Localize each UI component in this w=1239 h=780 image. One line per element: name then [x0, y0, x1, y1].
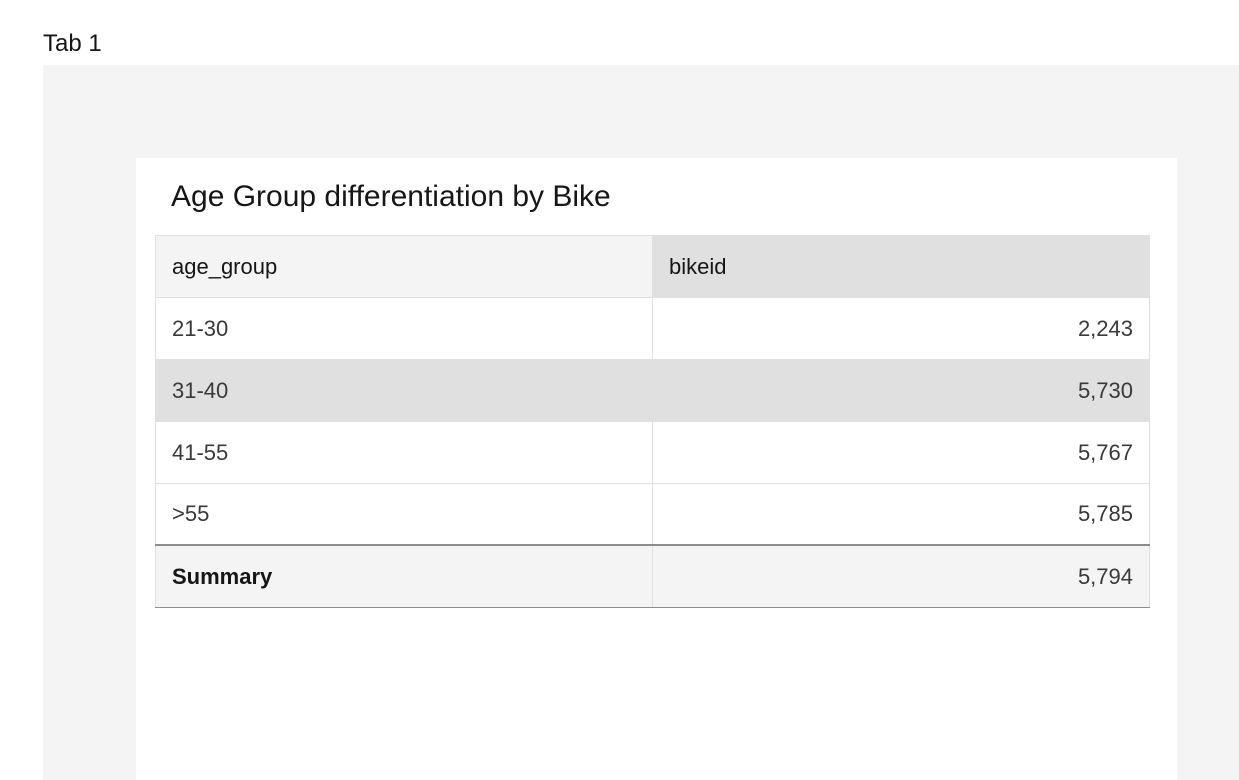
table-header-row: age_group bikeid	[155, 235, 1150, 298]
dashboard-canvas: Age Group differentiation by Bike age_gr…	[43, 65, 1239, 780]
bikeid-cell: 5,730	[653, 360, 1150, 421]
bikeid-cell: 5,767	[653, 422, 1150, 483]
table-row[interactable]: 21-30 2,243	[155, 298, 1150, 360]
bikeid-cell: 5,785	[653, 484, 1150, 544]
table-row[interactable]: 31-40 5,730	[155, 360, 1150, 422]
table-row[interactable]: 41-55 5,767	[155, 422, 1150, 484]
summary-row: Summary 5,794	[155, 546, 1150, 608]
bikeid-cell: 2,243	[653, 298, 1150, 359]
column-header-age-group[interactable]: age_group	[155, 236, 653, 297]
age-group-cell: 21-30	[155, 298, 653, 359]
column-header-bikeid[interactable]: bikeid	[653, 236, 1150, 297]
tab-label[interactable]: Tab 1	[43, 30, 102, 58]
table-widget[interactable]: Age Group differentiation by Bike age_gr…	[136, 158, 1177, 780]
table-row[interactable]: >55 5,785	[155, 484, 1150, 546]
age-group-cell: >55	[155, 484, 653, 544]
widget-title: Age Group differentiation by Bike	[171, 180, 611, 213]
age-group-cell: 31-40	[155, 360, 653, 421]
summary-value: 5,794	[653, 546, 1150, 607]
summary-label: Summary	[155, 546, 653, 607]
age-group-cell: 41-55	[155, 422, 653, 483]
data-table: age_group bikeid 21-30 2,243 31-40 5,730…	[155, 235, 1150, 608]
